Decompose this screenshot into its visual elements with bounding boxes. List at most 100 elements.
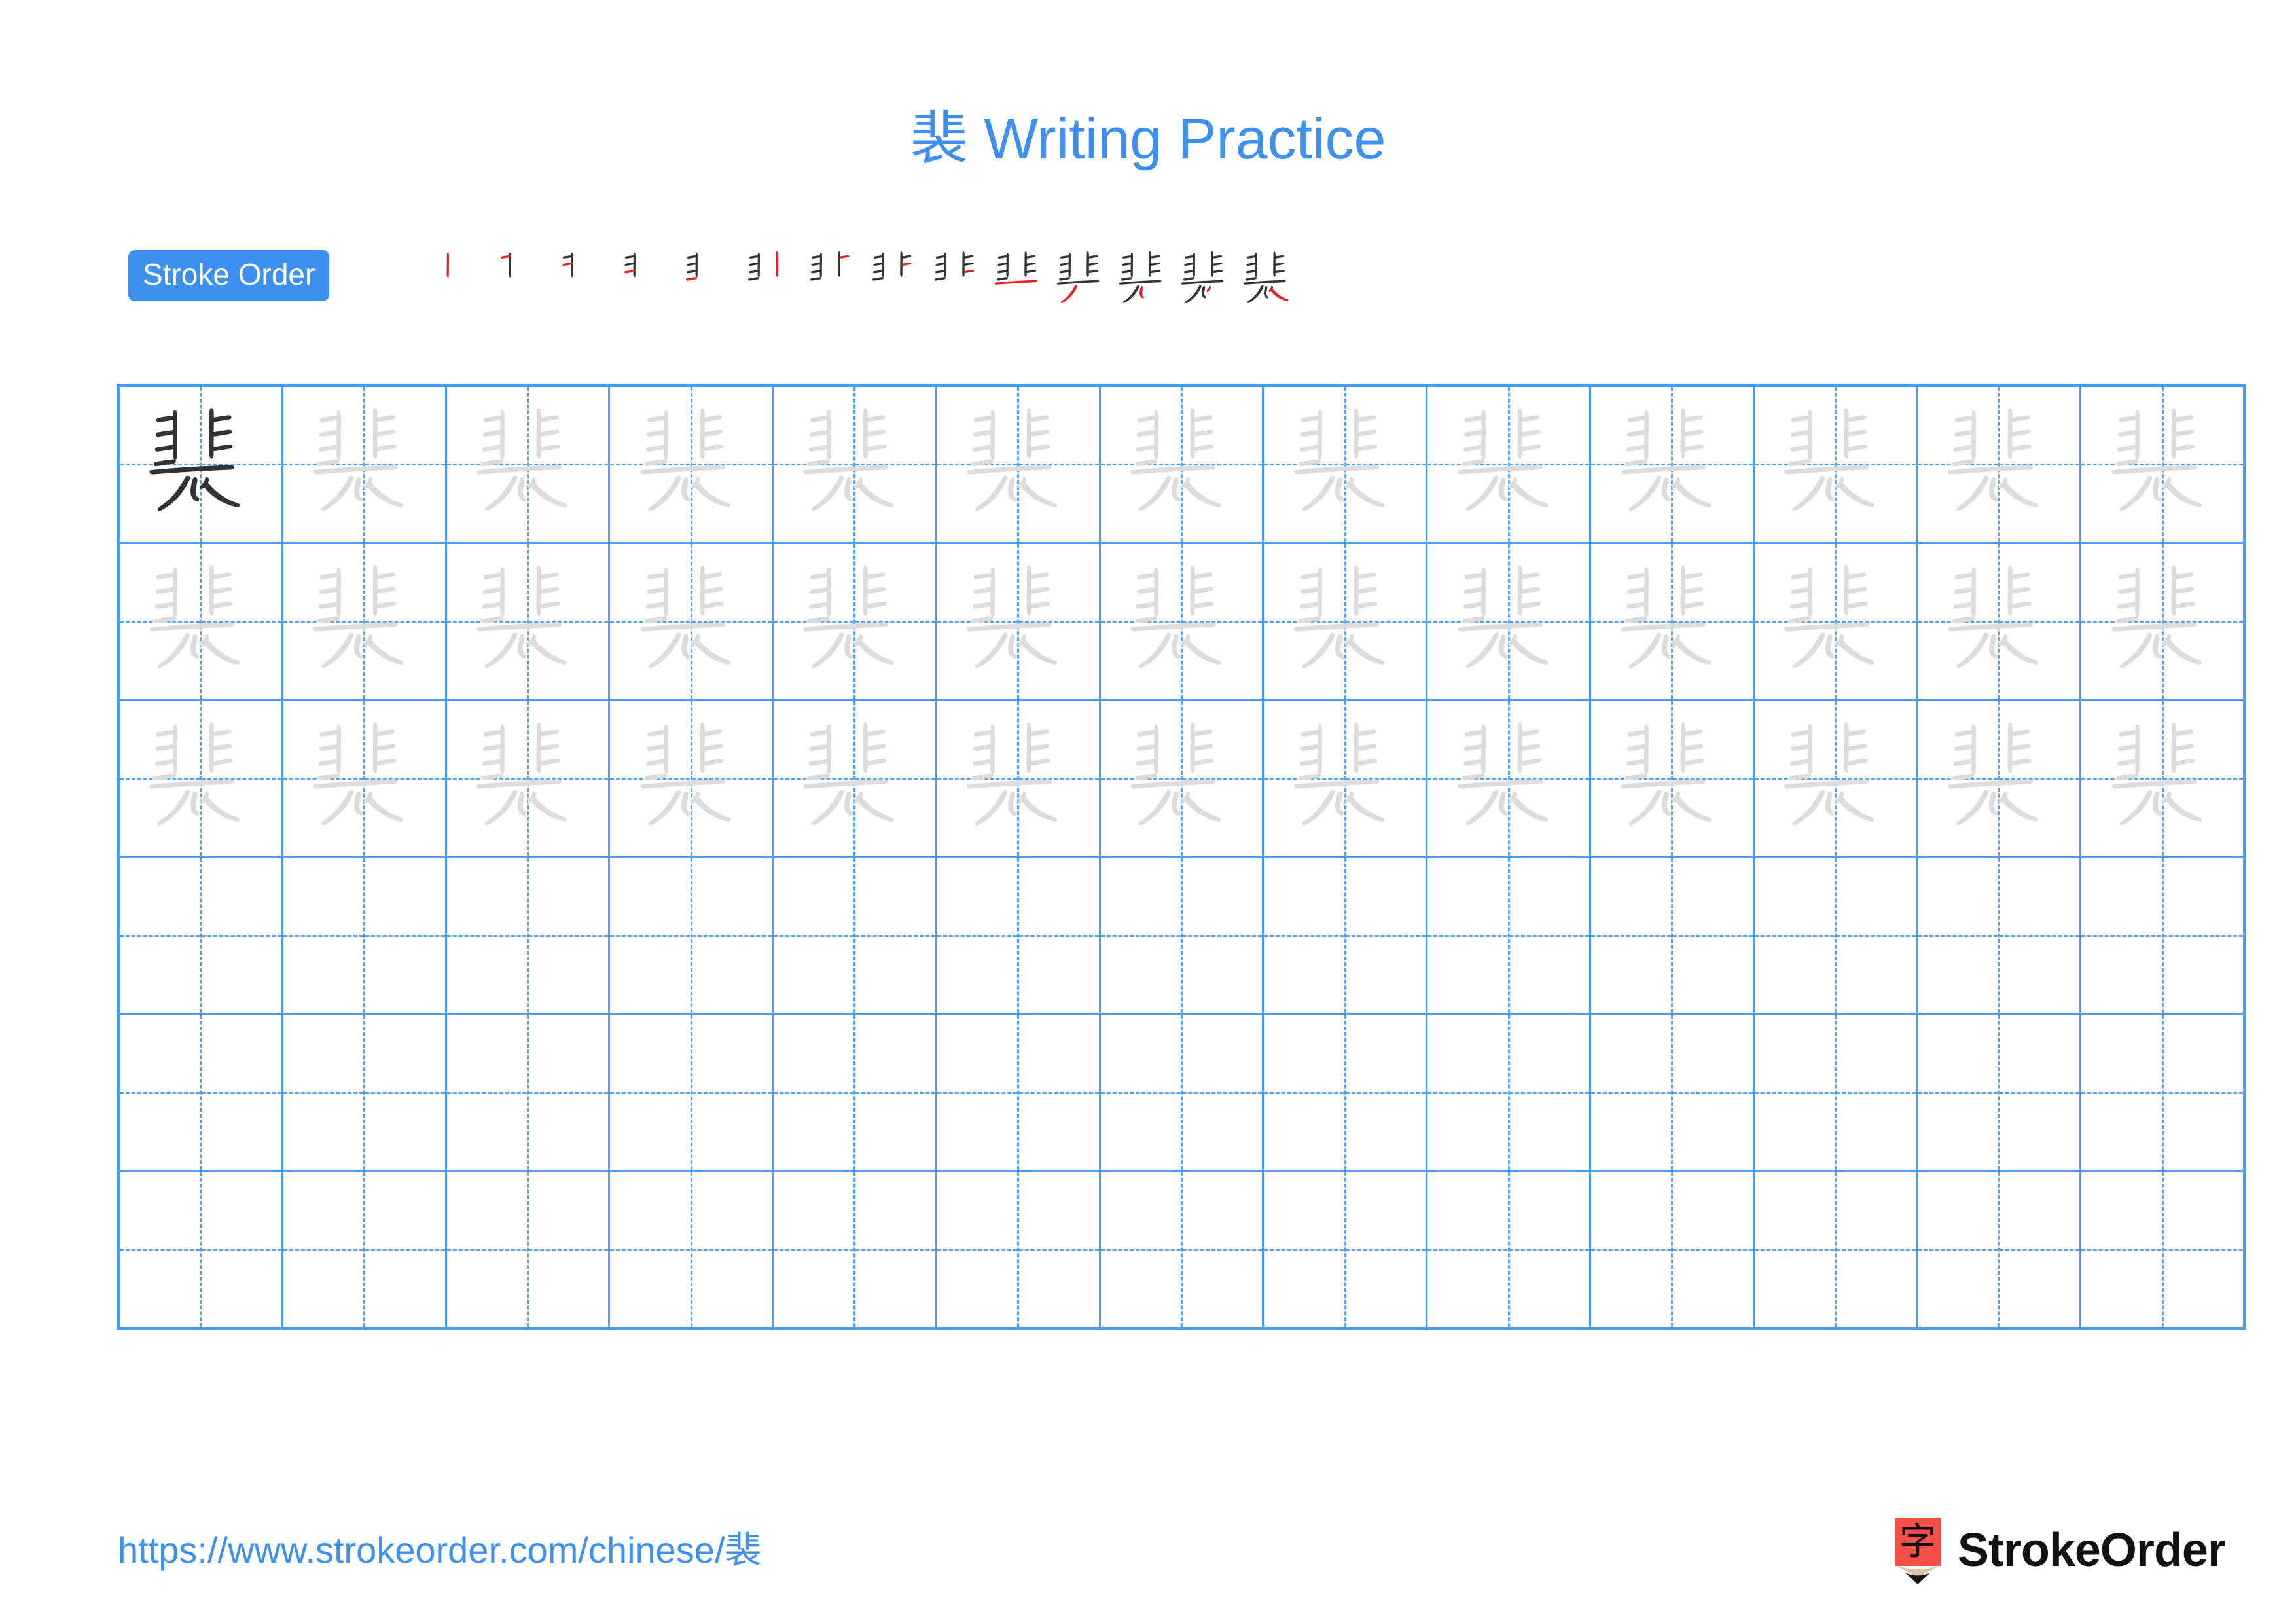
practice-grid-cell[interactable]: [937, 543, 1101, 699]
stroke-order-step-6: [740, 230, 802, 329]
practice-grid-cell[interactable]: [1590, 543, 1755, 699]
trace-character-glyph: [967, 722, 1058, 826]
practice-grid-cell[interactable]: [1100, 543, 1265, 699]
practice-grid-cell[interactable]: [446, 387, 611, 542]
practice-grid-cell[interactable]: [446, 701, 611, 856]
stroke-order-step-7: [802, 230, 865, 329]
practice-grid-cell[interactable]: [1754, 387, 1918, 542]
practice-grid-cell[interactable]: [283, 387, 447, 542]
vertical-guide-line: [1835, 1172, 1837, 1327]
trace-character-glyph: [1784, 408, 1875, 512]
vertical-guide-line: [1998, 858, 2000, 1013]
practice-grid-cell[interactable]: [446, 543, 611, 699]
practice-grid-cell[interactable]: [120, 858, 283, 1013]
practice-grid-cell[interactable]: [2081, 543, 2243, 699]
vertical-guide-line: [690, 1015, 692, 1171]
practice-grid-cell[interactable]: [1754, 1015, 1918, 1171]
practice-grid-cell[interactable]: [1427, 387, 1591, 542]
trace-character-glyph: [803, 565, 894, 668]
character-glyph-holder: [1427, 701, 1589, 856]
practice-grid-cell[interactable]: [1754, 858, 1918, 1013]
practice-grid-cell[interactable]: [1754, 701, 1918, 856]
practice-grid-cell[interactable]: [1100, 387, 1265, 542]
practice-grid-cell[interactable]: [1264, 701, 1428, 856]
practice-grid-cell[interactable]: [2081, 1172, 2243, 1327]
practice-grid-cell[interactable]: [1264, 543, 1428, 699]
practice-grid-cell[interactable]: [1427, 701, 1591, 856]
practice-grid-cell[interactable]: [1918, 701, 2082, 856]
trace-character-glyph: [313, 408, 404, 512]
practice-grid-cell[interactable]: [1590, 858, 1755, 1013]
practice-grid-cell[interactable]: [610, 1172, 774, 1327]
practice-grid-cell[interactable]: [1264, 387, 1428, 542]
practice-grid-cell[interactable]: [1918, 1015, 2082, 1171]
practice-grid-cell[interactable]: [1918, 543, 2082, 699]
practice-grid-cell[interactable]: [120, 1015, 283, 1171]
practice-grid-cell[interactable]: [283, 701, 447, 856]
practice-grid-cell[interactable]: [120, 543, 283, 699]
practice-grid-cell[interactable]: [1590, 1015, 1755, 1171]
practice-grid-cell[interactable]: [774, 387, 937, 542]
trace-character-glyph: [1784, 565, 1875, 668]
practice-grid-cell[interactable]: [1100, 858, 1265, 1013]
practice-grid-cell[interactable]: [120, 387, 283, 542]
practice-grid-cell[interactable]: [2081, 858, 2243, 1013]
practice-grid-cell[interactable]: [2081, 387, 2243, 542]
vertical-guide-line: [200, 858, 202, 1013]
practice-grid-cell[interactable]: [937, 1172, 1101, 1327]
practice-grid-cell[interactable]: [1590, 701, 1755, 856]
practice-grid-cell[interactable]: [120, 1172, 283, 1327]
practice-grid-cell[interactable]: [1427, 1015, 1591, 1171]
practice-grid-cell[interactable]: [120, 701, 283, 856]
practice-grid-cell[interactable]: [446, 1172, 611, 1327]
practice-grid-cell[interactable]: [1918, 858, 2082, 1013]
practice-grid-cell[interactable]: [774, 543, 937, 699]
practice-grid-cell[interactable]: [446, 1015, 611, 1171]
practice-grid-cell[interactable]: [1918, 387, 2082, 542]
practice-grid-cell[interactable]: [283, 543, 447, 699]
practice-grid-cell[interactable]: [2081, 701, 2243, 856]
practice-grid-cell[interactable]: [1590, 387, 1755, 542]
practice-grid-cell[interactable]: [283, 858, 447, 1013]
stroke-order-step-8: [865, 230, 927, 329]
practice-grid-cell[interactable]: [283, 1172, 447, 1327]
character-glyph-holder: [1101, 387, 1263, 542]
practice-grid-cell[interactable]: [1100, 1172, 1265, 1327]
practice-grid-cell[interactable]: [937, 701, 1101, 856]
practice-grid-cell[interactable]: [1427, 543, 1591, 699]
practice-grid-cell[interactable]: [446, 858, 611, 1013]
footer-url[interactable]: https://www.strokeorder.com/chinese/裴: [118, 1532, 762, 1569]
practice-grid-cell[interactable]: [1918, 1172, 2082, 1327]
practice-grid-cell[interactable]: [937, 387, 1101, 542]
character-glyph-holder: [2081, 387, 2243, 542]
practice-grid-cell[interactable]: [610, 543, 774, 699]
practice-grid-cell[interactable]: [774, 858, 937, 1013]
practice-grid-cell[interactable]: [774, 701, 937, 856]
practice-grid-cell[interactable]: [1264, 1015, 1428, 1171]
practice-grid-cell[interactable]: [1590, 1172, 1755, 1327]
practice-grid-cell[interactable]: [774, 1015, 937, 1171]
practice-grid-cell[interactable]: [610, 701, 774, 856]
practice-grid-cell[interactable]: [1100, 701, 1265, 856]
trace-character-glyph: [1294, 565, 1384, 668]
practice-grid-cell[interactable]: [774, 1172, 937, 1327]
character-glyph-holder: [1591, 544, 1753, 699]
page-title-text: Writing Practice: [967, 106, 1386, 171]
practice-grid-cell[interactable]: [610, 387, 774, 542]
practice-grid-cell[interactable]: [2081, 1015, 2243, 1171]
practice-grid-cell[interactable]: [1100, 1015, 1265, 1171]
vertical-guide-line: [1835, 1015, 1837, 1171]
practice-grid-cell[interactable]: [937, 1015, 1101, 1171]
practice-grid-cell[interactable]: [937, 858, 1101, 1013]
practice-grid-cell[interactable]: [610, 858, 774, 1013]
practice-grid-cell[interactable]: [1427, 858, 1591, 1013]
practice-grid-cell[interactable]: [1264, 1172, 1428, 1327]
practice-grid-cell[interactable]: [1754, 1172, 1918, 1327]
practice-grid-cell[interactable]: [283, 1015, 447, 1171]
practice-grid-cell[interactable]: [1427, 1172, 1591, 1327]
practice-grid-cell[interactable]: [1264, 858, 1428, 1013]
practice-grid-cell[interactable]: [1754, 543, 1918, 699]
vertical-guide-line: [1344, 1172, 1346, 1327]
practice-grid-cell[interactable]: [610, 1015, 774, 1171]
brand-logo[interactable]: 字 StrokeOrder: [1892, 1514, 2226, 1587]
